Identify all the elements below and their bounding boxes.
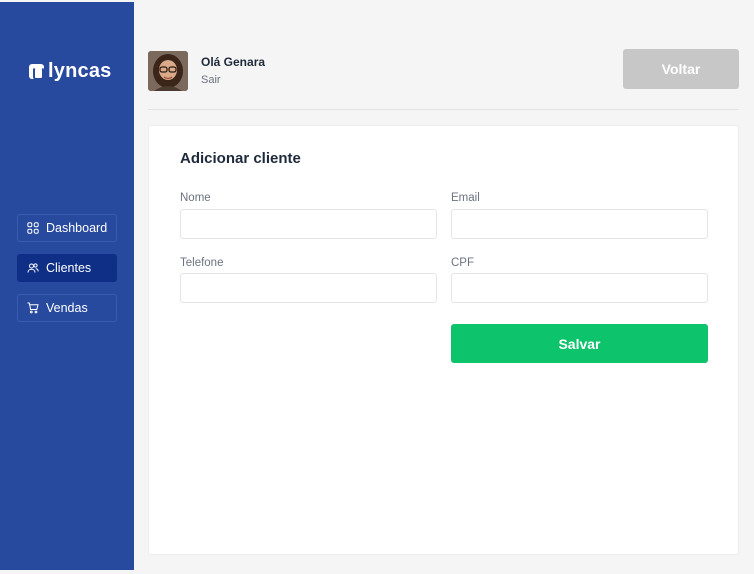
sidebar: lyncas Dashboard Clientes Vendas <box>0 2 134 570</box>
cpf-input[interactable] <box>451 273 708 303</box>
phone-label: Telefone <box>180 257 224 269</box>
sidebar-item-label: Vendas <box>46 301 88 315</box>
email-label: Email <box>451 192 480 204</box>
save-button[interactable]: Salvar <box>451 324 708 363</box>
email-input[interactable] <box>451 209 708 239</box>
sidebar-item-label: Clientes <box>46 261 92 275</box>
phone-input[interactable] <box>180 273 437 303</box>
logout-link[interactable]: Sair <box>201 74 221 86</box>
back-button[interactable]: Voltar <box>623 49 739 89</box>
avatar[interactable] <box>148 51 188 91</box>
name-label: Nome <box>180 192 211 204</box>
form-title: Adicionar cliente <box>180 150 301 167</box>
logo-text: lyncas <box>48 60 112 82</box>
logo[interactable]: lyncas <box>29 60 111 83</box>
lyncas-logo-icon <box>29 64 44 80</box>
cpf-label: CPF <box>451 257 474 269</box>
user-greeting: Olá Genara <box>201 55 266 69</box>
sidebar-item-label: Dashboard <box>46 221 108 235</box>
grid-icon <box>27 222 39 234</box>
users-icon <box>27 262 39 274</box>
name-input[interactable] <box>180 209 437 239</box>
sidebar-nav: Dashboard Clientes Vendas <box>17 214 117 322</box>
add-client-form: Adicionar cliente Nome Email Telefone CP… <box>148 125 739 555</box>
sidebar-item-dashboard[interactable]: Dashboard <box>17 214 117 242</box>
sidebar-item-vendas[interactable]: Vendas <box>17 294 117 322</box>
header-divider <box>148 109 739 110</box>
cart-icon <box>27 302 39 314</box>
sidebar-item-clientes[interactable]: Clientes <box>17 254 117 282</box>
